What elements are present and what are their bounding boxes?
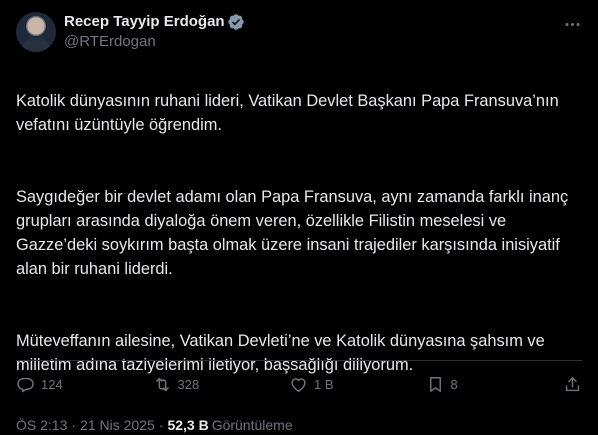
display-name[interactable]: Recep Tayyip Erdoğan <box>64 12 225 32</box>
share-button[interactable] <box>562 375 582 394</box>
action-bar: 124 328 1 B 8 <box>16 370 582 398</box>
user-handle[interactable]: @RTErdogan <box>64 32 245 52</box>
tweet-date[interactable]: 21 Nis 2025 <box>80 415 155 435</box>
retweet-count: 328 <box>177 376 200 392</box>
share-icon <box>565 376 580 391</box>
like-count: 1 B <box>314 376 334 392</box>
bookmark-icon <box>429 376 441 392</box>
meta-separator: · <box>71 417 77 433</box>
tweet-text: Katolik dünyasının ruhani lideri, Vatika… <box>16 65 582 401</box>
reply-count: 124 <box>41 376 63 392</box>
divider <box>16 360 582 361</box>
avatar[interactable] <box>16 12 56 52</box>
reply-icon <box>17 377 34 392</box>
meta-separator: · <box>158 417 164 433</box>
like-icon <box>291 377 306 392</box>
user-info: Recep Tayyip Erdoğan @RTErdogan <box>64 12 245 52</box>
like-button[interactable]: 1 B <box>289 375 349 394</box>
tweet-paragraph: Saygıdeğer bir devlet adamı olan Papa Fr… <box>16 188 569 278</box>
bookmark-count: 8 <box>450 376 458 392</box>
tweet-paragraph: Katolik dünyasının ruhani lideri, Vatika… <box>16 92 559 134</box>
retweet-icon <box>155 377 169 391</box>
reply-button[interactable]: 124 <box>16 375 76 394</box>
more-options-icon[interactable] <box>562 14 582 34</box>
views-label: Görüntüleme <box>211 417 293 433</box>
name-row: Recep Tayyip Erdoğan <box>64 12 245 32</box>
tweet-header: Recep Tayyip Erdoğan @RTErdogan <box>16 0 582 64</box>
verified-badge-icon <box>227 14 244 30</box>
bookmark-button[interactable]: 8 <box>426 375 486 394</box>
tweet-time[interactable]: ÖS 2:13 <box>16 415 67 435</box>
retweet-button[interactable]: 328 <box>153 375 213 394</box>
tweet-meta: ÖS 2:13 · 21 Nis 2025 · 52,3 B Görüntüle… <box>16 415 582 435</box>
views-count: 52,3 B <box>167 417 209 433</box>
tweet-card: Recep Tayyip Erdoğan @RTErdogan Katolik … <box>0 0 598 433</box>
